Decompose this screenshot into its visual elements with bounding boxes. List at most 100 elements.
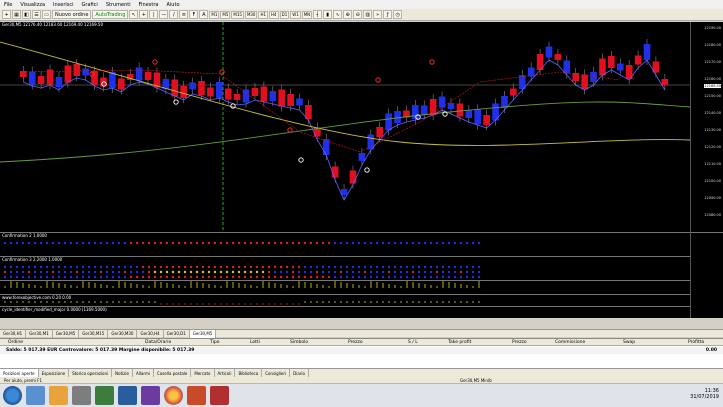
app-icon-3[interactable] xyxy=(118,386,137,405)
timeframe-w1[interactable]: W1 xyxy=(290,10,301,19)
app-icon-1[interactable] xyxy=(72,386,91,405)
bar-chart-icon[interactable]: ┤ xyxy=(313,10,323,19)
timeframe-m30[interactable]: M30 xyxy=(244,10,258,19)
tab-diario[interactable]: Diario xyxy=(290,369,309,377)
col-ordine[interactable]: Ordine xyxy=(8,340,23,345)
col-tp[interactable]: Take profit xyxy=(448,340,471,345)
new-order-button[interactable]: Nuovo ordine xyxy=(52,10,92,19)
chart-tab-8[interactable]: Ger30,M5 xyxy=(189,329,217,338)
metatrader-icon[interactable] xyxy=(210,386,229,405)
timeframe-h1[interactable]: H1 xyxy=(258,10,269,19)
timeframe-mn[interactable]: MN xyxy=(301,10,313,19)
tab-esposizione[interactable]: Esposizione xyxy=(39,369,70,377)
zoom-out-icon[interactable]: ⊖ xyxy=(353,10,363,19)
subwindow-confirmation-3[interactable]: Confirmation 3 2.2000 1.0000 xyxy=(0,256,690,280)
clock[interactable]: 11:36 31/07/2019 xyxy=(690,388,719,400)
fibo-icon[interactable]: F xyxy=(189,10,199,19)
col-lotti[interactable]: Lotti xyxy=(250,340,260,345)
start-button-icon[interactable] xyxy=(3,386,22,405)
candle-body xyxy=(198,81,205,95)
col-tipo[interactable]: Tipo xyxy=(210,340,219,345)
signal-dot xyxy=(87,241,91,245)
chart-tab-4[interactable]: Ger30,M15 xyxy=(79,329,109,338)
periods-icon[interactable]: ◷ xyxy=(393,10,403,19)
tab-biblioteca[interactable]: Biblioteca xyxy=(235,369,263,377)
menu-file[interactable]: File xyxy=(0,2,16,8)
tab-notizie[interactable]: Notizie xyxy=(112,369,133,377)
chart-tab-1[interactable]: Ger30,H1 xyxy=(0,329,27,338)
chart-tab-7[interactable]: Ger30,D1 xyxy=(164,329,190,338)
timeframe-h4[interactable]: H4 xyxy=(269,10,279,19)
tab-posizioni-aperte[interactable]: Posizioni aperte xyxy=(0,369,39,377)
col-prezzo-2[interactable]: Prezzo xyxy=(512,340,527,345)
menu-view[interactable]: Visualizza xyxy=(16,2,49,8)
timeframe-m5[interactable]: M5 xyxy=(220,10,231,19)
timeframe-d1[interactable]: D1 xyxy=(279,10,290,19)
menu-charts[interactable]: Grafici xyxy=(78,2,102,8)
tab-storico[interactable]: Storico operazioni xyxy=(69,369,113,377)
chart-tab-5[interactable]: Ger30,M30 xyxy=(108,329,138,338)
signal-dot xyxy=(153,265,157,269)
explorer-icon[interactable] xyxy=(26,386,45,405)
price-scale[interactable]: 12190.00 12180.00 12170.00 12160.00 12150.00… xyxy=(690,22,723,232)
zoom-in-icon[interactable]: ⊕ xyxy=(343,10,353,19)
app-icon-2[interactable] xyxy=(95,386,114,405)
indicators-icon[interactable]: ƒ xyxy=(383,10,393,19)
col-sl[interactable]: S / L xyxy=(408,340,418,345)
autoscroll-icon[interactable]: » xyxy=(373,10,383,19)
autotrading-button[interactable]: AutoTrading xyxy=(92,10,129,19)
crosshair-icon[interactable]: + xyxy=(139,10,149,19)
new-chart-icon[interactable]: + xyxy=(2,10,11,19)
chart-tab-2[interactable]: Ger30,M1 xyxy=(26,329,53,338)
tab-articoli[interactable]: Articoli xyxy=(215,369,236,377)
signal-dot xyxy=(351,265,355,269)
text-icon[interactable]: A xyxy=(199,10,209,19)
navigator-icon[interactable]: ☰ xyxy=(32,10,41,19)
chart-window[interactable]: Ger30,M5 12176.40 12183.60 12169.40 1216… xyxy=(0,22,723,326)
app-icon-5[interactable] xyxy=(187,386,206,405)
tab-consiglieri[interactable]: Consiglieri xyxy=(262,369,291,377)
subwindow-forexobjective[interactable]: www.forexobjective.com 0.20 0.00 xyxy=(0,294,690,306)
cursor-icon[interactable]: ↖ xyxy=(129,10,139,19)
timeframe-m1[interactable]: M1 xyxy=(209,10,220,19)
trendline-icon[interactable]: / xyxy=(169,10,179,19)
channel-icon[interactable]: ≡ xyxy=(179,10,189,19)
horizontal-line-icon[interactable]: — xyxy=(159,10,169,19)
signal-dot xyxy=(375,275,379,279)
subwindow-histogram[interactable] xyxy=(0,280,690,294)
chart-tab-6[interactable]: Ger30,H4 xyxy=(137,329,164,338)
tab-mercato[interactable]: Mercato xyxy=(191,369,215,377)
line-chart-icon[interactable]: ∿ xyxy=(333,10,343,19)
vertical-line-icon[interactable]: | xyxy=(149,10,159,19)
signal-dot xyxy=(183,275,187,279)
tab-casella-postale[interactable]: Casella postale xyxy=(154,369,192,377)
menu-tools[interactable]: Strumenti xyxy=(102,2,135,8)
subwindow-cycle-identifier[interactable]: cycle_identifier_modified_major 0.0000 (… xyxy=(0,306,690,318)
tab-allarmi[interactable]: Allarmi xyxy=(133,369,154,377)
menu-help[interactable]: Aiuto xyxy=(163,2,184,8)
profiles-icon[interactable]: ▦ xyxy=(12,10,21,19)
menu-insert[interactable]: Inserisci xyxy=(49,2,78,8)
col-simbolo[interactable]: Simbolo xyxy=(290,340,308,345)
market-watch-icon[interactable]: ◧ xyxy=(22,10,31,19)
candle-chart-icon[interactable]: ▮ xyxy=(323,10,333,19)
app-icon-4[interactable] xyxy=(141,386,160,405)
signal-dot xyxy=(351,270,355,274)
balance-row[interactable]: Saldo: 5 017.39 EUR Controvalore: 5 017.… xyxy=(0,347,723,354)
menu-window[interactable]: Finestra xyxy=(135,2,163,8)
col-data[interactable]: Data/Orario xyxy=(145,340,171,345)
price-chart[interactable] xyxy=(0,22,690,232)
signal-dot xyxy=(243,241,247,245)
folder-icon[interactable] xyxy=(49,386,68,405)
chart-tab-3[interactable]: Ger30,M5 xyxy=(53,329,80,338)
col-commissione[interactable]: Commissione xyxy=(555,340,585,345)
col-profitto[interactable]: Profitto xyxy=(688,340,704,345)
firefox-icon[interactable] xyxy=(164,386,183,405)
subwindow-confirmation-2[interactable]: Confirmation 2 1.0000 xyxy=(0,232,690,256)
terminal-icon[interactable]: ▭ xyxy=(42,10,51,19)
timeframe-m15[interactable]: M15 xyxy=(231,10,244,19)
col-swap[interactable]: Swap xyxy=(623,340,635,345)
signal-dot xyxy=(201,270,205,274)
col-prezzo[interactable]: Prezzo xyxy=(348,340,363,345)
tile-icon[interactable]: ▥ xyxy=(363,10,373,19)
